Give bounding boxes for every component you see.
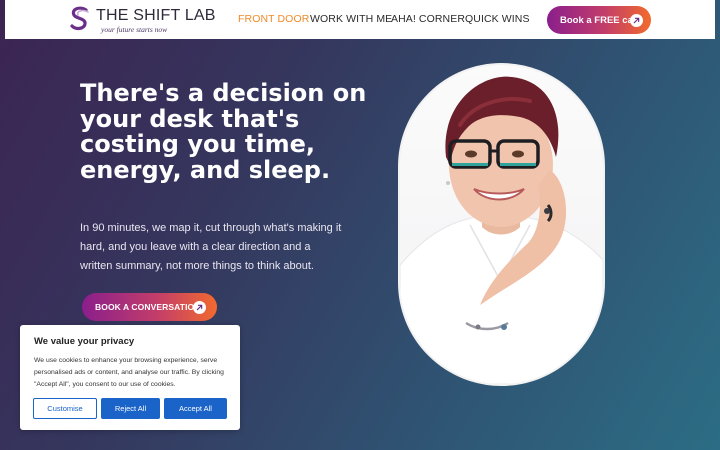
nav-front-door[interactable]: FRONT DOOR — [238, 13, 309, 25]
arrow-up-right-icon — [193, 300, 206, 314]
nav-quick-wins[interactable]: QUICK WINS — [465, 13, 530, 25]
cookie-consent-banner: We value your privacy We use cookies to … — [20, 325, 240, 430]
portrait-photo — [400, 76, 603, 384]
nav-work-with-me[interactable]: WORK WITH ME — [310, 13, 392, 25]
hero-subcopy: In 90 minutes, we map it, cut through wh… — [80, 222, 342, 272]
book-free-call-button[interactable]: Book a FREE call — [547, 6, 651, 34]
customise-button[interactable]: Customise — [33, 398, 97, 419]
book-conversation-label: BOOK A CONVERSATION — [95, 302, 201, 312]
hero-headline: There's a decision on your desk that's c… — [80, 79, 367, 184]
cookie-title: We value your privacy — [34, 336, 135, 347]
arrow-up-right-icon — [630, 13, 643, 27]
book-free-call-label: Book a FREE call — [560, 14, 639, 26]
site-header: THE SHIFT LAB your future starts now FRO… — [5, 0, 715, 39]
nav-aha-corner[interactable]: AHA! CORNER — [391, 13, 465, 25]
accept-all-button[interactable]: Accept All — [164, 398, 227, 419]
reject-all-button[interactable]: Reject All — [101, 398, 160, 419]
cookie-description: We use cookies to enhance your browsing … — [34, 357, 224, 388]
hero-portrait — [398, 63, 605, 386]
book-conversation-button[interactable]: BOOK A CONVERSATION — [82, 293, 217, 321]
